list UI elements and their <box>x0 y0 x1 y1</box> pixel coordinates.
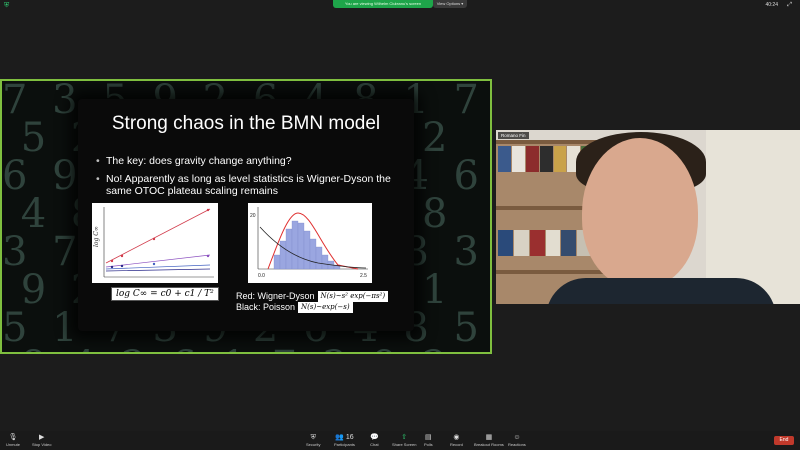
chat-button[interactable]: 💬 Chat <box>370 434 379 447</box>
participant-name: Romano Fin <box>498 132 529 139</box>
svg-text:2.5: 2.5 <box>360 273 367 279</box>
person-face <box>582 138 698 288</box>
svg-text:0.0: 0.0 <box>258 273 265 279</box>
shield-icon: ⛨ <box>310 434 316 441</box>
fullscreen-icon[interactable]: ⤢ <box>787 2 792 9</box>
reactions-button[interactable]: ☺ Reactions <box>508 434 526 447</box>
shared-screen: 7 3 5 9 2 6 4 8 1 7 3 5 2 8 6 4 9 7 3 2 … <box>0 79 492 354</box>
plateau-formula: log C∞ = c0 + c1 / T² <box>111 287 219 301</box>
level-spacing-histogram: 20 0.0 2.5 <box>248 203 372 283</box>
bullet-item: No! Apparently as long as level statisti… <box>96 173 406 197</box>
security-button[interactable]: ⛨ Security <box>306 434 320 447</box>
breakout-icon: ▦ <box>485 434 493 441</box>
presentation-slide: Strong chaos in the BMN model The key: d… <box>78 99 414 331</box>
meeting-clock: 40:24 <box>765 2 778 8</box>
svg-text:log C∞: log C∞ <box>93 226 100 247</box>
poisson-formula: N(s)~exp(−s) <box>298 302 353 314</box>
participant-video[interactable]: Romano Fin <box>496 130 800 304</box>
wigner-dyson-formula: N(s)~s² exp(−πs²) <box>317 291 389 303</box>
meeting-toolbar: 🎙 Unmute ▶ Stop Video ⛨ Security 👥 16 Partic… <box>0 431 800 450</box>
end-meeting-button[interactable]: End <box>774 436 794 445</box>
view-options-button[interactable]: View Options ▾ <box>433 0 467 8</box>
share-screen-icon: ⇧ <box>401 434 408 441</box>
slide-title: Strong chaos in the BMN model <box>111 113 381 134</box>
chat-icon: 💬 <box>370 434 379 441</box>
stop-video-button[interactable]: ▶ Stop Video <box>32 434 52 447</box>
wigner-dyson-label: Red: Wigner-Dyson <box>236 291 315 301</box>
participants-button[interactable]: 👥 16 Participants <box>334 434 355 447</box>
share-screen-button[interactable]: ⇧ Share Screen <box>392 434 416 447</box>
slide-bullets: The key: does gravity change anything? N… <box>96 155 406 203</box>
person-shirt <box>546 278 776 304</box>
record-icon: ◉ <box>453 434 460 441</box>
poisson-label: Black: Poisson <box>236 302 296 313</box>
security-shield-icon[interactable]: ⛨ <box>4 2 11 10</box>
share-banner: You are viewing Wilhelm Ciuleanu's scree… <box>333 0 433 8</box>
video-camera-icon: ▶ <box>39 434 45 441</box>
histogram-caption: Red: Wigner-Dyson N(s)~s² exp(−πs²) Black… <box>236 291 389 314</box>
svg-text:20: 20 <box>250 213 256 219</box>
breakout-rooms-button[interactable]: ▦ Breakout Rooms <box>474 434 504 447</box>
otoc-plateau-plot: log C∞ <box>92 203 218 283</box>
polls-button[interactable]: ▤ Polls <box>424 434 433 447</box>
people-icon: 👥 16 <box>335 434 354 441</box>
smile-icon: ☺ <box>513 434 521 441</box>
microphone-muted-icon: 🎙 <box>8 434 18 441</box>
unmute-button[interactable]: 🎙 Unmute <box>6 434 20 447</box>
record-button[interactable]: ◉ Record <box>450 434 463 447</box>
polls-icon: ▤ <box>425 434 432 441</box>
bullet-item: The key: does gravity change anything? <box>96 155 406 167</box>
